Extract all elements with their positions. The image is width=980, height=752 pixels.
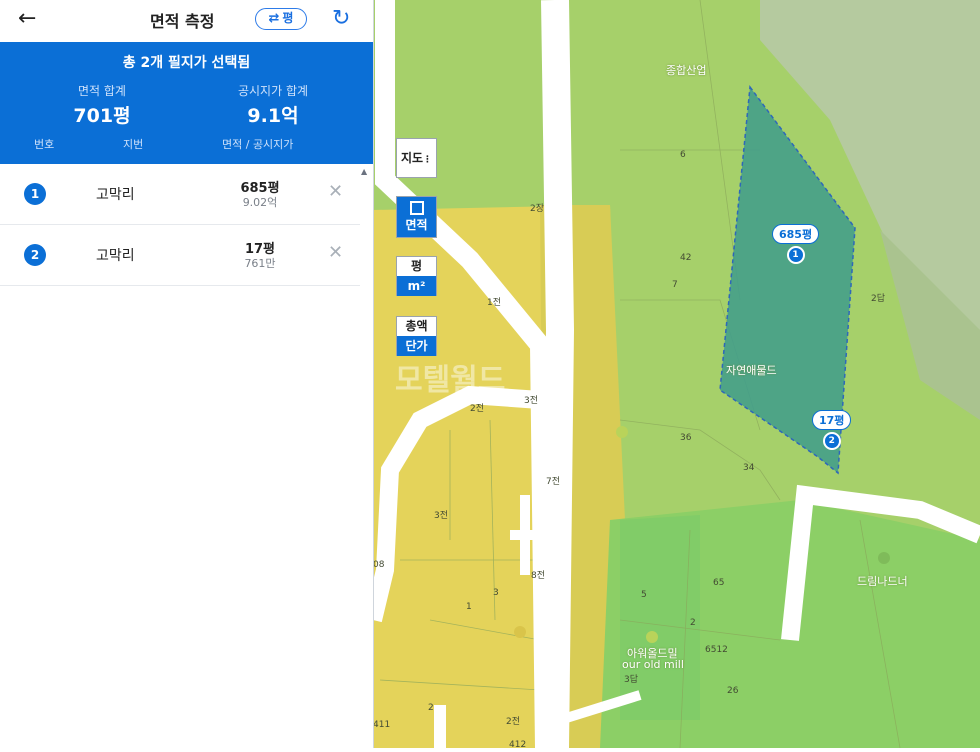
lot-number: 2답 bbox=[871, 294, 886, 304]
scroll-up-icon[interactable]: ▲ bbox=[361, 167, 367, 176]
unit-switch[interactable]: 평 m² bbox=[396, 256, 437, 296]
lot-number: 6 bbox=[680, 150, 686, 160]
map-type-label: 지도 bbox=[400, 151, 424, 165]
area-total-value: 701평 bbox=[73, 105, 131, 127]
lot-number: 7전 bbox=[546, 477, 561, 487]
selection-summary: 총 2개 필지가 선택됨 면적 합계 701평 공시지가 합계 9.1억 번호 … bbox=[0, 42, 373, 164]
parcel-number-badge: 1 bbox=[24, 183, 46, 205]
column-area-price: 면적 / 공시지가 bbox=[222, 138, 294, 151]
lot-number: 412 bbox=[509, 740, 527, 750]
price-total-value: 9.1억 bbox=[247, 105, 299, 127]
reset-icon[interactable]: ↻ bbox=[332, 6, 350, 32]
lot-number: 2장 bbox=[530, 204, 545, 214]
lot-number: 42 bbox=[680, 253, 692, 263]
marker-area-label: 685평 bbox=[772, 224, 820, 244]
area-mode-label: 면적 bbox=[405, 218, 428, 232]
lot-number: 2전 bbox=[470, 404, 485, 414]
lot-number: 2 bbox=[428, 703, 434, 713]
parcel-name: 고막리 bbox=[96, 187, 135, 203]
unit-toggle-label: 평 bbox=[282, 11, 294, 25]
parcel-price: 761만 bbox=[244, 257, 276, 270]
price-total-label: 공시지가 합계 bbox=[237, 84, 309, 98]
place-label: 드림나드너 bbox=[857, 575, 908, 588]
place-label: 종합산업 bbox=[666, 64, 707, 77]
panel-title: 면적 측정 bbox=[150, 12, 215, 31]
lot-number: 65 bbox=[713, 578, 725, 588]
unit-price-option[interactable]: 단가 bbox=[397, 336, 436, 356]
price-total: 공시지가 합계 9.1억 bbox=[183, 82, 363, 128]
unit-pyeong-option[interactable]: 평 bbox=[397, 257, 436, 276]
lot-number: 6512 bbox=[705, 645, 728, 655]
lot-number: 36 bbox=[680, 433, 692, 443]
panel-header: ← 면적 측정 ⇄ 평 ↻ bbox=[0, 0, 373, 42]
place-label: 자연애물드 bbox=[726, 364, 777, 377]
place-label: our old mill bbox=[622, 658, 684, 671]
unit-m2-option[interactable]: m² bbox=[397, 276, 436, 296]
swap-icon: ⇄ bbox=[268, 11, 280, 26]
back-arrow-icon[interactable]: ← bbox=[18, 6, 36, 32]
lot-number: 1전 bbox=[487, 298, 502, 308]
watermark: 모텔월드 bbox=[395, 363, 506, 398]
parcel-row[interactable]: 2 고막리 17평 761만 ✕ bbox=[0, 225, 360, 286]
map-type-button[interactable]: 지도⋮ bbox=[396, 138, 437, 178]
lot-number: 411 bbox=[373, 720, 391, 730]
close-icon[interactable]: ✕ bbox=[328, 242, 343, 263]
lot-number: 7 bbox=[672, 280, 678, 290]
total-option[interactable]: 총액 bbox=[397, 317, 436, 336]
price-mode-switch[interactable]: 총액 단가 bbox=[396, 316, 437, 356]
lot-number: 08 bbox=[373, 560, 385, 570]
parcel-price: 9.02억 bbox=[242, 196, 278, 209]
selection-count: 총 2개 필지가 선택됨 bbox=[122, 55, 251, 71]
area-mode-button[interactable]: 면적 bbox=[396, 196, 437, 238]
marker-number: 2 bbox=[822, 432, 841, 450]
close-icon[interactable]: ✕ bbox=[328, 181, 343, 202]
column-number: 번호 bbox=[34, 138, 55, 151]
lot-number: 8전 bbox=[531, 571, 546, 581]
lot-number: 26 bbox=[727, 686, 739, 696]
more-icon: ⋮ bbox=[423, 155, 433, 165]
lot-number: 5 bbox=[641, 590, 647, 600]
marker-area-label: 17평 bbox=[812, 410, 852, 430]
lot-number: 3답 bbox=[624, 675, 639, 685]
lot-number: 2전 bbox=[506, 717, 521, 727]
lot-number: 2 bbox=[690, 618, 696, 628]
area-select-icon bbox=[409, 201, 424, 215]
lot-number: 3전 bbox=[434, 511, 449, 521]
column-parcel: 지번 bbox=[123, 138, 144, 151]
area-total-label: 면적 합계 bbox=[78, 84, 126, 98]
marker-number: 1 bbox=[786, 246, 805, 264]
parcel-number-badge: 2 bbox=[24, 244, 46, 266]
parcel-name: 고막리 bbox=[96, 248, 135, 264]
lot-number: 3전 bbox=[524, 396, 539, 406]
lot-number: 3 bbox=[493, 588, 499, 598]
area-measure-panel: ← 면적 측정 ⇄ 평 ↻ 총 2개 필지가 선택됨 면적 합계 701평 공시지… bbox=[0, 0, 374, 748]
unit-toggle-button[interactable]: ⇄ 평 bbox=[255, 8, 307, 30]
parcel-marker-2[interactable]: 17평 2 bbox=[812, 409, 852, 450]
parcel-marker-1[interactable]: 685평 1 bbox=[772, 223, 820, 264]
lot-number: 34 bbox=[743, 463, 755, 473]
area-total: 면적 합계 701평 bbox=[12, 82, 192, 128]
lot-number: 1 bbox=[466, 602, 472, 612]
parcel-row[interactable]: 1 고막리 685평 9.02억 ✕ bbox=[0, 164, 360, 225]
